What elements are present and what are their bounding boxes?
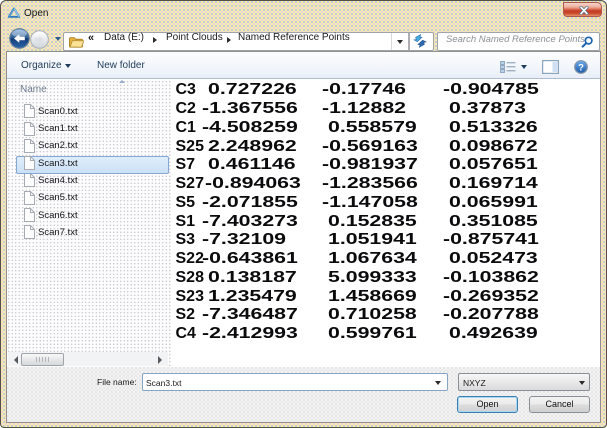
svg-text:?: ?: [578, 62, 584, 73]
